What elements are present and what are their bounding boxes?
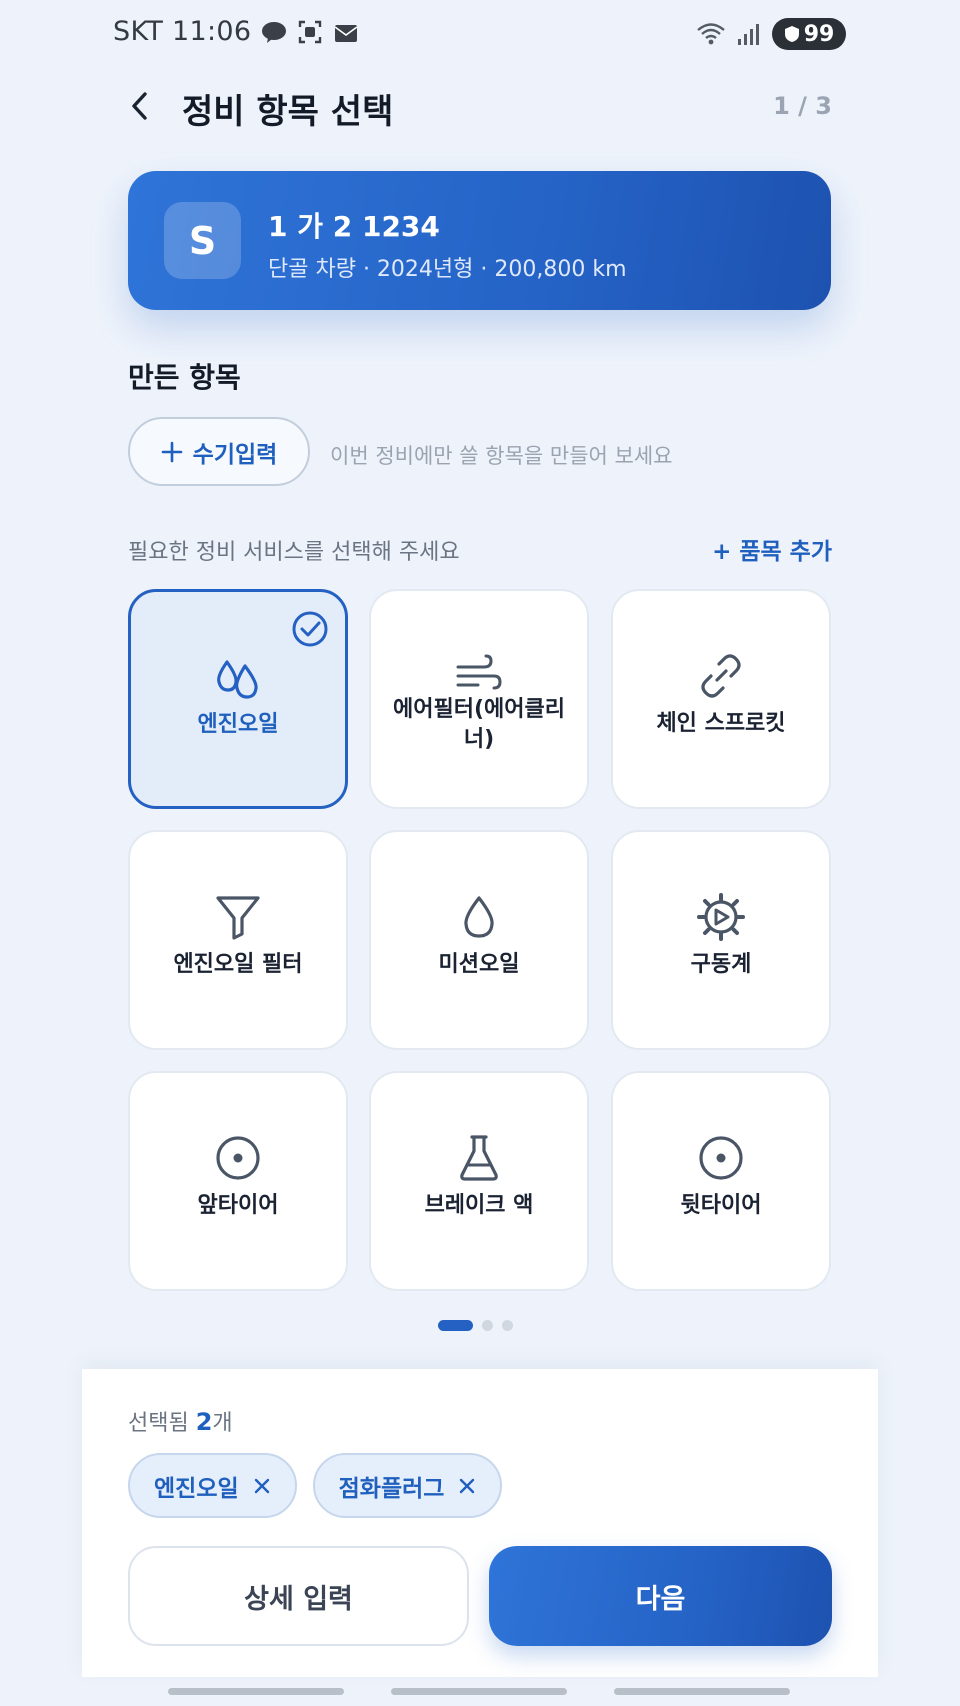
service-tile-label: 에어필터(에어클리너) xyxy=(393,697,565,752)
service-tile-chain-sprocket[interactable]: 체인 스프로킷 xyxy=(611,589,831,809)
manual-input-label: 수기입력 xyxy=(192,441,278,468)
nav-recents-button[interactable] xyxy=(168,1688,344,1695)
droplet-icon xyxy=(464,896,494,938)
page-dot[interactable] xyxy=(502,1319,513,1331)
back-button[interactable] xyxy=(128,82,168,130)
service-tile-rear-tire[interactable]: 뒷타이어 xyxy=(611,1071,831,1291)
page-title: 정비 항목 선택 xyxy=(182,92,394,132)
service-tile-engine-oil[interactable]: 엔진오일 xyxy=(128,589,348,809)
service-tile-label: 미션오일 xyxy=(438,952,520,977)
selected-count-prefix: 선택됨 xyxy=(128,1411,196,1436)
tire-icon xyxy=(216,1136,260,1180)
chat-bubble-icon xyxy=(262,21,287,43)
service-tile-front-tire[interactable]: 앞타이어 xyxy=(128,1071,348,1291)
nav-back-button[interactable] xyxy=(614,1688,790,1695)
custom-section-title: 만든 항목 xyxy=(128,361,241,394)
service-tile-label: 뒷타이어 xyxy=(680,1193,762,1218)
manual-input-hint: 이번 정비에만 쓸 항목을 만들어 보세요 xyxy=(330,444,673,468)
service-tile-label: 체인 스프로킷 xyxy=(656,711,786,736)
page-dot-active[interactable] xyxy=(438,1319,473,1331)
selected-count: 선택됨 2개 xyxy=(128,1405,233,1437)
service-tile-label: 앞타이어 xyxy=(197,1193,279,1218)
plus-icon xyxy=(161,441,182,462)
flask-icon xyxy=(460,1135,498,1181)
signal-icon xyxy=(738,24,759,45)
manual-input-button[interactable]: 수기입력 xyxy=(128,417,310,486)
add-item-link[interactable]: + 품목 추가 xyxy=(712,532,832,566)
nav-home-button[interactable] xyxy=(391,1688,567,1695)
chip-label: 점화플러그 xyxy=(338,1475,445,1502)
wifi-icon xyxy=(697,23,725,45)
wind-icon xyxy=(456,654,502,690)
tire-icon xyxy=(699,1136,743,1180)
step-indicator: 1 / 3 xyxy=(773,92,832,120)
oil-drops-icon xyxy=(217,660,258,699)
system-nav-bar xyxy=(0,1680,960,1706)
close-icon[interactable] xyxy=(458,1477,476,1495)
selected-chip[interactable]: 엔진오일 xyxy=(128,1453,297,1518)
next-button[interactable]: 다음 xyxy=(489,1546,832,1646)
funnel-filter-icon xyxy=(216,896,260,940)
status-time: SKT 11:06 xyxy=(113,16,252,47)
mail-icon xyxy=(334,24,358,42)
check-circle-icon xyxy=(292,611,328,647)
chevron-left-icon xyxy=(132,92,147,120)
vehicle-meta: 단골 차량 · 2024년형 · 200,800 km xyxy=(268,257,627,282)
vehicle-plate: 1 가 2 1234 xyxy=(268,210,440,243)
service-tile-engine-oil-filter[interactable]: 엔진오일 필터 xyxy=(128,830,348,1050)
service-tile-air-filter[interactable]: 에어필터(에어클리너) xyxy=(369,589,589,809)
vehicle-card[interactable]: S 1 가 2 1234 단골 차량 · 2024년형 · 200,800 km xyxy=(128,171,831,310)
service-tile-label: 엔진오일 필터 xyxy=(173,952,303,977)
page-indicator xyxy=(438,1319,513,1331)
selected-count-suffix: 개 xyxy=(212,1411,233,1436)
page-header: 정비 항목 선택 1 / 3 xyxy=(128,78,832,134)
gear-icon xyxy=(697,893,745,941)
service-tile-drivetrain[interactable]: 구동계 xyxy=(611,830,831,1050)
chain-link-icon xyxy=(701,654,741,698)
battery-level: 99 xyxy=(803,21,835,47)
service-tile-label: 브레이크 액 xyxy=(424,1193,534,1218)
service-tile-transmission-oil[interactable]: 미션오일 xyxy=(369,830,589,1050)
vehicle-avatar: S xyxy=(164,202,241,279)
status-bar: SKT 11:06 99 xyxy=(0,0,960,70)
service-tile-label: 구동계 xyxy=(690,952,752,977)
battery-indicator: 99 xyxy=(772,18,846,50)
service-tile-label: 엔진오일 xyxy=(197,712,279,737)
screenshot-icon xyxy=(299,20,322,43)
selected-count-number: 2 xyxy=(195,1408,213,1436)
detail-input-button[interactable]: 상세 입력 xyxy=(128,1546,469,1646)
close-icon[interactable] xyxy=(253,1477,271,1495)
selection-sheet: 선택됨 2개 엔진오일 점화플러그 상세 입력 다음 xyxy=(82,1369,878,1677)
services-prompt: 필요한 정비 서비스를 선택해 주세요 xyxy=(128,540,460,565)
page-dot[interactable] xyxy=(482,1319,493,1331)
service-tile-brake-fluid[interactable]: 브레이크 액 xyxy=(369,1071,589,1291)
shield-icon xyxy=(784,26,799,42)
selected-chip[interactable]: 점화플러그 xyxy=(312,1453,503,1518)
selected-chips: 엔진오일 점화플러그 xyxy=(128,1453,503,1518)
chip-label: 엔진오일 xyxy=(154,1475,239,1502)
